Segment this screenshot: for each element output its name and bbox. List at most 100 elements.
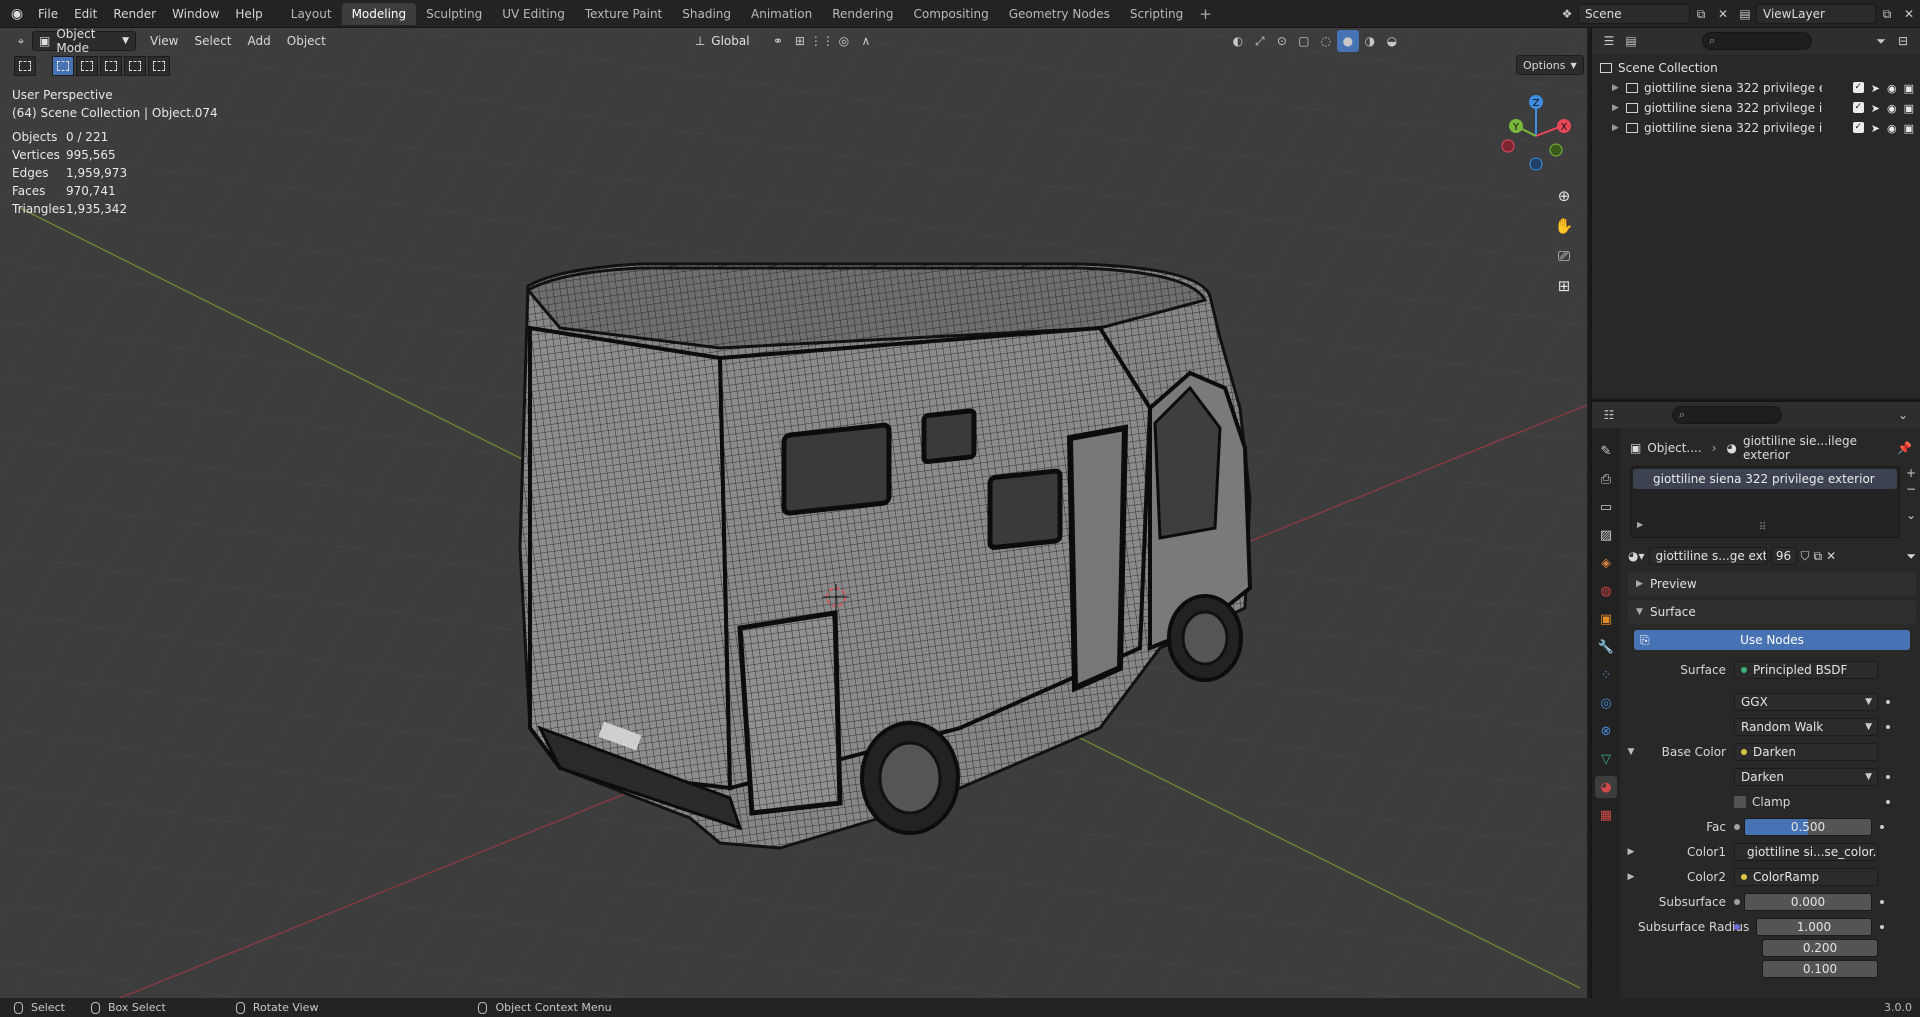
ortho-grid-icon[interactable]: ⊞: [1550, 272, 1578, 300]
snap-icon[interactable]: ⊞: [789, 30, 811, 52]
scene-icon[interactable]: ❖: [1556, 3, 1578, 25]
subsurface-radius-x[interactable]: 1.000: [1756, 918, 1872, 936]
view-layer-icon[interactable]: ▤: [1734, 3, 1756, 25]
texture-tab-icon[interactable]: ▦: [1595, 804, 1617, 826]
orientation-dropdown[interactable]: ⊥ Global: [689, 31, 761, 51]
pan-hand-icon[interactable]: ✋: [1550, 212, 1578, 240]
menu-help[interactable]: Help: [227, 0, 270, 28]
use-nodes-button[interactable]: ⎘ Use Nodes: [1634, 630, 1910, 650]
tab-uv-editing[interactable]: UV Editing: [492, 3, 575, 25]
shading-rendered-icon[interactable]: ◒: [1381, 30, 1403, 52]
color1-field[interactable]: giottiline si...se_color.png: [1734, 843, 1878, 861]
shading-material-icon[interactable]: ◑: [1359, 30, 1381, 52]
blend-mode-dropdown[interactable]: Darken ▼: [1734, 768, 1878, 786]
subsurface-slider[interactable]: 0.000: [1744, 893, 1872, 911]
tab-scripting[interactable]: Scripting: [1120, 3, 1193, 25]
fac-slider[interactable]: 0.500: [1744, 818, 1872, 836]
outliner-search-input[interactable]: ⌕: [1702, 32, 1812, 50]
duplicate-material-icon[interactable]: ⧉: [1814, 549, 1823, 564]
subsurface-method-dropdown[interactable]: Random Walk ▼: [1734, 718, 1878, 736]
exclude-checkbox[interactable]: ✓: [1852, 121, 1864, 133]
options-dropdown[interactable]: Options ▼: [1516, 55, 1584, 75]
keyframe-dot-icon[interactable]: [1886, 700, 1890, 704]
navigation-gizmo[interactable]: Z Y X: [1500, 88, 1580, 178]
tool-select-icon[interactable]: [14, 56, 36, 76]
keyframe-dot-icon[interactable]: [1886, 725, 1890, 729]
tab-sculpting[interactable]: Sculpting: [416, 3, 492, 25]
filter-icon[interactable]: ⏷: [1870, 30, 1892, 52]
object-tab-icon[interactable]: ▣: [1595, 608, 1617, 630]
clamp-checkbox[interactable]: Clamp: [1734, 795, 1878, 809]
eye-icon[interactable]: ◉: [1887, 82, 1897, 95]
viewport-scene[interactable]: [0, 28, 1587, 998]
expand-arrow-icon[interactable]: ▶: [1612, 103, 1626, 113]
keyframe-dot-icon[interactable]: [1880, 900, 1884, 904]
world-tab-icon[interactable]: ◍: [1595, 580, 1617, 602]
keyframe-dot-icon[interactable]: [1880, 925, 1884, 929]
new-collection-icon[interactable]: ⊟: [1892, 30, 1914, 52]
color2-field[interactable]: ColorRamp: [1734, 868, 1878, 886]
overlay-toggle-icon[interactable]: ⊙: [1271, 30, 1293, 52]
unlink-material-icon[interactable]: ✕: [1826, 549, 1836, 563]
menu-window[interactable]: Window: [164, 0, 227, 28]
tab-compositing[interactable]: Compositing: [903, 3, 998, 25]
eye-icon[interactable]: ◉: [1887, 102, 1897, 115]
expand-arrow-icon[interactable]: ▶: [1637, 520, 1643, 529]
gizmo-toggle-icon[interactable]: ⤢: [1249, 30, 1271, 52]
material-slot[interactable]: giottiline siena 322 privilege exterior: [1633, 469, 1897, 489]
selectable-icon[interactable]: ➤: [1871, 122, 1880, 135]
particles-tab-icon[interactable]: ⁘: [1595, 664, 1617, 686]
scene-tab-icon[interactable]: ◈: [1595, 552, 1617, 574]
menu-render[interactable]: Render: [105, 0, 164, 28]
zoom-icon[interactable]: ⊕: [1550, 182, 1578, 210]
outliner-item-interior-1[interactable]: ▶ giottiline siena 322 privilege interio…: [1592, 98, 1920, 118]
select-extend-icon[interactable]: [76, 56, 98, 76]
subsurface-radius-y[interactable]: 0.200: [1762, 939, 1878, 957]
menu-file[interactable]: File: [30, 0, 66, 28]
new-view-layer-icon[interactable]: ⧉: [1876, 3, 1898, 25]
xray-icon[interactable]: ▢: [1293, 30, 1315, 52]
blender-logo-icon[interactable]: ◉: [4, 0, 30, 28]
falloff-icon[interactable]: ∧: [855, 30, 877, 52]
shading-solid-icon[interactable]: ●: [1336, 30, 1359, 52]
data-tab-icon[interactable]: ▽: [1595, 748, 1617, 770]
keyframe-dot-icon[interactable]: [1886, 800, 1890, 804]
outliner-item-interior-2[interactable]: ▶ giottiline siena 322 privilege interio…: [1592, 118, 1920, 138]
viewport-menu-view[interactable]: View: [142, 34, 186, 48]
output-tab-icon[interactable]: ▭: [1595, 496, 1617, 518]
keyframe-dot-icon[interactable]: [1886, 775, 1890, 779]
camera-icon[interactable]: ▣: [1904, 122, 1914, 135]
panel-preview[interactable]: ▶ Preview: [1628, 572, 1916, 596]
tab-rendering[interactable]: Rendering: [822, 3, 903, 25]
select-intersect-icon[interactable]: [148, 56, 170, 76]
tab-layout[interactable]: Layout: [281, 3, 342, 25]
camera-view-icon[interactable]: ⎚: [1550, 242, 1578, 270]
chevron-down-icon[interactable]: ▼: [1624, 747, 1638, 757]
tool-tab-icon[interactable]: ✎: [1595, 440, 1617, 462]
viewport-menu-add[interactable]: Add: [240, 34, 279, 48]
tab-geometry-nodes[interactable]: Geometry Nodes: [999, 3, 1120, 25]
3d-viewport[interactable]: ⌖ ▣ Object Mode ▼ View Select Add Object…: [0, 28, 1587, 998]
exclude-checkbox[interactable]: ✓: [1852, 101, 1864, 113]
outliner-editor-icon[interactable]: ☰: [1598, 30, 1620, 52]
surface-shader-field[interactable]: Principled BSDF: [1734, 661, 1878, 679]
camera-icon[interactable]: ▣: [1904, 82, 1914, 95]
constraints-tab-icon[interactable]: ⊗: [1595, 720, 1617, 742]
panel-surface[interactable]: ▼ Surface: [1628, 600, 1916, 624]
mode-dropdown[interactable]: ▣ Object Mode ▼: [32, 28, 136, 55]
tab-shading[interactable]: Shading: [672, 3, 741, 25]
material-tab-icon[interactable]: ◕: [1595, 776, 1617, 798]
material-browse-icon[interactable]: ◕▾: [1628, 549, 1645, 563]
viewport-menu-object[interactable]: Object: [279, 34, 334, 48]
menu-edit[interactable]: Edit: [66, 0, 105, 28]
gizmo-neg-x[interactable]: [1501, 139, 1515, 153]
modifier-tab-icon[interactable]: 🔧: [1595, 636, 1617, 658]
tab-modeling[interactable]: Modeling: [341, 2, 417, 25]
add-slot-icon[interactable]: +: [1906, 466, 1916, 480]
delete-view-layer-icon[interactable]: ✕: [1898, 3, 1920, 25]
base-color-field[interactable]: Darken: [1734, 743, 1878, 761]
delete-scene-icon[interactable]: ✕: [1712, 3, 1734, 25]
select-difference-icon[interactable]: [124, 56, 146, 76]
outliner-item-exterior[interactable]: ▶ giottiline siena 322 privilege exterio…: [1592, 78, 1920, 98]
chevron-down-icon[interactable]: ⌄: [1892, 404, 1914, 426]
